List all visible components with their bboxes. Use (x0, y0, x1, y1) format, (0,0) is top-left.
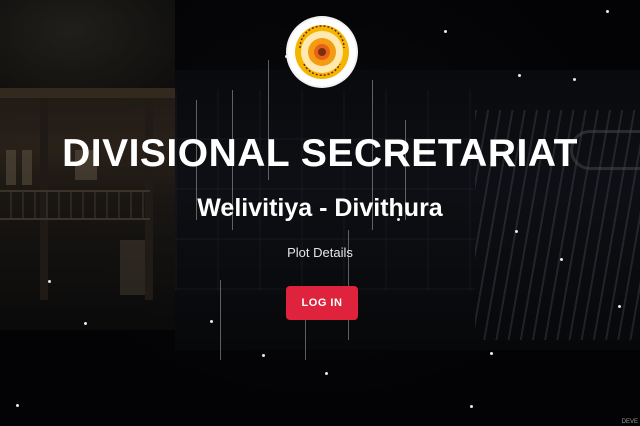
government-emblem-icon (288, 18, 356, 86)
hero-section: DIVISIONAL SECRETARIAT Welivitiya - Divi… (0, 0, 640, 426)
tagline: Plot Details (287, 245, 353, 260)
corner-watermark: DEVE (621, 419, 638, 425)
page-title: DIVISIONAL SECRETARIAT (62, 132, 578, 175)
login-button[interactable]: LOG IN (286, 286, 358, 320)
page-subtitle: Welivitiya - Divithura (197, 194, 443, 222)
